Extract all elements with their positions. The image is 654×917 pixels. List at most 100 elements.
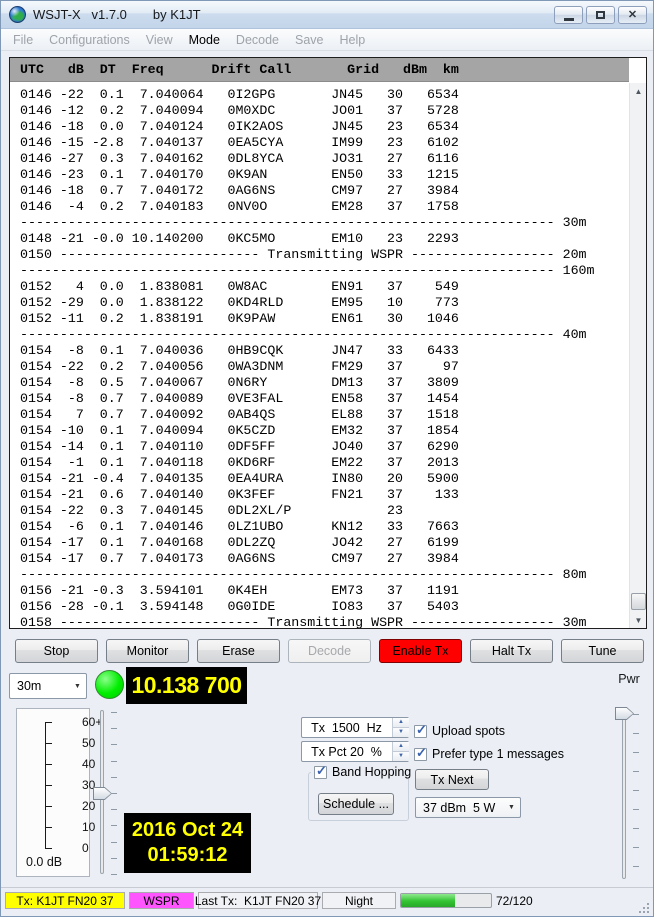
table-row: 0154 -8 0.7 7.040089 0VE3FAL EN58 37 145… [20, 391, 629, 407]
maximize-button[interactable] [586, 6, 615, 24]
scroll-down-icon: ▼ [635, 616, 643, 625]
close-button[interactable]: ✕ [618, 6, 647, 24]
check-icon: ✓ [316, 764, 327, 777]
tx-status-panel: Tx: K1JT FN20 37 [5, 892, 125, 909]
table-row: 0146 -23 0.1 7.040170 0K9AN EN50 33 1215 [20, 167, 629, 183]
table-row: 0154 -22 0.3 7.040145 0DL2XL/P 23 [20, 503, 629, 519]
window-byline: by K1JT [153, 7, 201, 22]
table-body: 0146 -22 0.1 7.040064 0I2GPG JN45 30 653… [10, 83, 629, 628]
prefer-type1-label: Prefer type 1 messages [432, 747, 564, 761]
table-row: 0154 -10 0.1 7.040094 0K5CZD EM32 37 185… [20, 423, 629, 439]
table-row: 0152 4 0.0 1.838081 0W8AC EN91 37 549 [20, 279, 629, 295]
window-controls: ✕ [554, 6, 647, 24]
table-header: UTC dB DT Freq Drift Call Grid dBm km [10, 58, 629, 82]
table-row: ----------------------------------------… [20, 327, 629, 343]
menu-decode[interactable]: Decode [228, 33, 287, 47]
stop-button[interactable]: Stop [15, 639, 98, 663]
spin-down-icon[interactable]: ▼ [393, 752, 409, 762]
checkbox-box: ✓ [314, 766, 327, 779]
menu-view[interactable]: View [138, 33, 181, 47]
monitor-button[interactable]: Monitor [106, 639, 189, 663]
tx-pct-spinbox[interactable]: Tx Pct 20 % ▲ ▼ [301, 741, 409, 762]
decode-table: UTC dB DT Freq Drift Call Grid dBm km 01… [9, 57, 647, 629]
minimize-button[interactable] [554, 6, 583, 24]
scroll-down-button[interactable]: ▼ [630, 612, 647, 628]
last-tx-panel: Last Tx: K1JT FN20 37 [198, 892, 318, 909]
table-row: ----------------------------------------… [20, 263, 629, 279]
checkbox-box: ✓ [414, 748, 427, 761]
table-row: 0146 -27 0.3 7.040162 0DL8YCA JO31 27 61… [20, 151, 629, 167]
wsjtx-window: WSJT-X v1.7.0 by K1JT ✕ FileConfiguratio… [0, 0, 654, 917]
checkbox-box: ✓ [414, 725, 427, 738]
table-row: ----------------------------------------… [20, 215, 629, 231]
scrollbar-thumb[interactable] [631, 593, 646, 610]
chevron-down-icon: ▼ [69, 674, 86, 698]
band-select[interactable]: 30m ▼ [9, 673, 87, 699]
tx-next-button[interactable]: Tx Next [415, 769, 489, 790]
halt-tx-button[interactable]: Halt Tx [470, 639, 553, 663]
menu-configurations[interactable]: Configurations [41, 33, 138, 47]
table-row: 0146 -22 0.1 7.040064 0I2GPG JN45 30 653… [20, 87, 629, 103]
decode-button: Decode [288, 639, 371, 663]
menu-file[interactable]: File [5, 33, 41, 47]
menu-save[interactable]: Save [287, 33, 332, 47]
table-row: 0146 -12 0.2 7.040094 0M0XDC JO01 37 572… [20, 103, 629, 119]
pwr-label: Pwr [607, 672, 651, 686]
check-icon: ✓ [416, 723, 427, 736]
resize-grip[interactable] [639, 903, 649, 913]
statusbar: Tx: K1JT FN20 37 WSPR Last Tx: K1JT FN20… [1, 887, 653, 917]
band-select-value: 30m [17, 674, 41, 698]
progress-label: 72/120 [496, 894, 533, 908]
table-row: 0146 -4 0.2 7.040183 0NV0O EM28 37 1758 [20, 199, 629, 215]
pwr-slider-handle[interactable] [615, 707, 634, 720]
scroll-up-button[interactable]: ▲ [630, 83, 647, 99]
frequency-display[interactable]: 10.138 700 [126, 667, 247, 704]
prefer-type1-checkbox[interactable]: ✓ Prefer type 1 messages [414, 747, 564, 761]
power-select-value: 37 dBm 5 W [423, 798, 495, 817]
table-row: 0154 7 0.7 7.040092 0AB4QS EL88 37 1518 [20, 407, 629, 423]
spin-down-icon[interactable]: ▼ [393, 728, 409, 738]
menu-help[interactable]: Help [332, 33, 374, 47]
table-row: 0152 -29 0.0 1.838122 0KD4RLD EM95 10 77… [20, 295, 629, 311]
table-row: 0146 -15 -2.8 7.040137 0EA5CYA IM99 23 6… [20, 135, 629, 151]
app-globe-icon [9, 6, 26, 23]
power-select[interactable]: 37 dBm 5 W ▼ [415, 797, 521, 818]
chevron-down-icon: ▼ [503, 798, 520, 817]
band-hopping-checkbox[interactable]: ✓ Band Hopping [311, 765, 414, 779]
maximize-icon [596, 11, 605, 19]
table-row: 0156 -28 -0.1 3.594148 0G0IDE IO83 37 54… [20, 599, 629, 615]
table-row: 0154 -6 0.1 7.040146 0LZ1UBO KN12 33 766… [20, 519, 629, 535]
enable-tx-button[interactable]: Enable Tx [379, 639, 462, 663]
pwr-slider[interactable] [622, 711, 626, 879]
window-title: WSJT-X v1.7.0 [33, 7, 127, 22]
table-row: 0152 -11 0.2 1.838191 0K9PAW EN61 30 104… [20, 311, 629, 327]
tune-button[interactable]: Tune [561, 639, 644, 663]
table-row: 0154 -21 -0.4 7.040135 0EA4URA IN80 20 5… [20, 471, 629, 487]
spin-up-icon[interactable]: ▲ [393, 718, 409, 728]
upload-spots-checkbox[interactable]: ✓ Upload spots [414, 724, 505, 738]
datetime-display: 2016 Oct 24 01:59:12 [124, 813, 251, 873]
table-row: 0154 -8 0.5 7.040067 0N6RY DM13 37 3809 [20, 375, 629, 391]
erase-button[interactable]: Erase [197, 639, 280, 663]
progress-bar [400, 893, 492, 908]
table-row: 0146 -18 0.0 7.040124 0IK2AOS JN45 23 65… [20, 119, 629, 135]
date-display: 2016 Oct 24 [124, 818, 251, 843]
table-header-line: UTC dB DT Freq Drift Call Grid dBm km [10, 58, 629, 82]
table-row: 0150 ------------------------- Transmitt… [20, 247, 629, 263]
table-row: 0154 -8 0.1 7.040036 0HB9CQK JN47 33 643… [20, 343, 629, 359]
day-night-panel: Night [322, 892, 396, 909]
scroll-up-icon: ▲ [635, 87, 643, 96]
time-display: 01:59:12 [124, 843, 251, 868]
tx-freq-spinbox[interactable]: Tx 1500 Hz ▲ ▼ [301, 717, 409, 738]
tx-pct-spinbox-value: Tx Pct 20 % [302, 742, 391, 761]
table-row: 0154 -1 0.1 7.040118 0KD6RF EM22 37 2013 [20, 455, 629, 471]
schedule-button[interactable]: Schedule ... [318, 793, 394, 815]
rx-meter: 60+50403020100 0.0 dB [16, 708, 90, 877]
menubar: FileConfigurationsViewModeDecodeSaveHelp [1, 29, 653, 51]
table-row: 0154 -14 0.1 7.040110 0DF5FF JO40 37 629… [20, 439, 629, 455]
mode-panel: WSPR [129, 892, 194, 909]
menu-mode[interactable]: Mode [181, 33, 228, 47]
spin-up-icon[interactable]: ▲ [393, 742, 409, 752]
rx-gain-slider-handle[interactable] [93, 787, 112, 800]
table-scrollbar[interactable]: ▲ ▼ [629, 83, 646, 628]
